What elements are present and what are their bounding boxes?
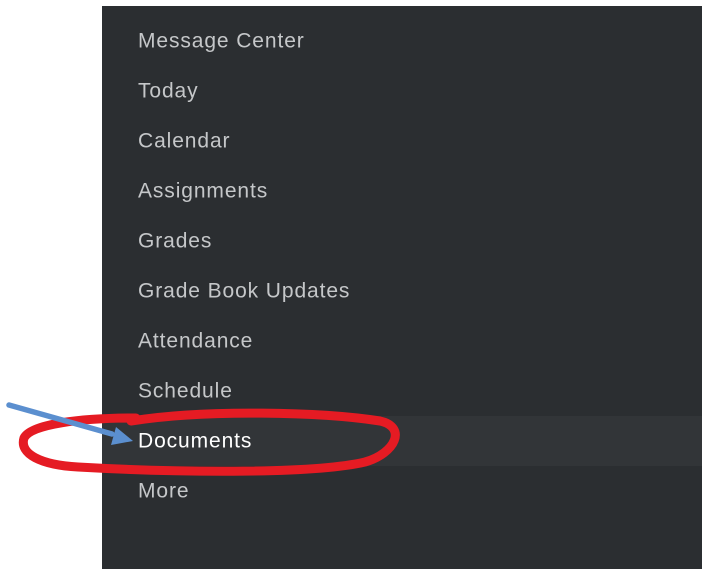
nav-item-documents[interactable]: Documents — [102, 416, 702, 466]
nav-item-calendar[interactable]: Calendar — [102, 116, 702, 166]
nav-item-more[interactable]: More — [102, 466, 702, 516]
nav-item-schedule[interactable]: Schedule — [102, 366, 702, 416]
nav-item-grade-book-updates[interactable]: Grade Book Updates — [102, 266, 702, 316]
sidebar-nav: Message Center Today Calendar Assignment… — [102, 6, 702, 569]
nav-item-label: Assignments — [138, 179, 269, 203]
nav-item-today[interactable]: Today — [102, 66, 702, 116]
nav-item-label: More — [138, 479, 190, 503]
nav-item-label: Attendance — [138, 329, 254, 353]
screenshot-canvas: Message Center Today Calendar Assignment… — [0, 0, 712, 569]
nav-item-attendance[interactable]: Attendance — [102, 316, 702, 366]
nav-item-label: Message Center — [138, 29, 305, 53]
nav-item-message-center[interactable]: Message Center — [102, 16, 702, 66]
nav-item-label: Grade Book Updates — [138, 279, 351, 303]
nav-item-label: Documents — [138, 429, 253, 453]
nav-list: Message Center Today Calendar Assignment… — [102, 16, 702, 516]
nav-item-label: Schedule — [138, 379, 233, 403]
nav-item-assignments[interactable]: Assignments — [102, 166, 702, 216]
nav-item-label: Calendar — [138, 129, 231, 153]
blue-arrow-line — [6, 402, 115, 437]
nav-item-label: Today — [138, 79, 199, 103]
nav-item-label: Grades — [138, 229, 213, 253]
nav-item-grades[interactable]: Grades — [102, 216, 702, 266]
